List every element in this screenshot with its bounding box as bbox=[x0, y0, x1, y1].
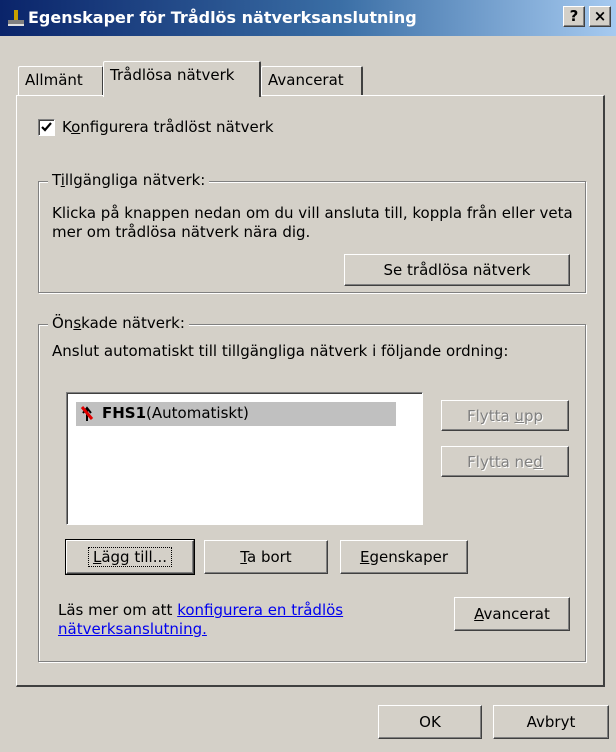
available-networks-legend: Tillgängliga nätverk: bbox=[48, 171, 210, 189]
move-down-button[interactable]: Flytta ned bbox=[441, 446, 569, 477]
cancel-button[interactable]: Avbryt bbox=[493, 705, 609, 739]
add-button[interactable]: Lägg till... bbox=[65, 539, 195, 575]
properties-button[interactable]: Egenskaper bbox=[340, 540, 468, 574]
network-connection-icon bbox=[8, 10, 24, 26]
remove-button[interactable]: Ta bort bbox=[204, 540, 328, 574]
preferred-networks-list[interactable]: FHS1(Automatiskt) bbox=[66, 392, 423, 525]
help-button[interactable]: ? bbox=[563, 6, 585, 27]
tab-general[interactable]: Allmänt bbox=[18, 66, 104, 96]
ok-button[interactable]: OK bbox=[378, 705, 482, 739]
learn-more-text: Läs mer om att konfigurera en trådlös nä… bbox=[58, 601, 344, 638]
wireless-network-icon bbox=[80, 406, 94, 421]
tab-wireless-networks[interactable]: Trådlösa nätverk bbox=[103, 61, 261, 97]
window-title: Egenskaper för Trådlös nätverksanslutnin… bbox=[28, 8, 417, 27]
configure-wireless-checkbox[interactable] bbox=[38, 119, 55, 136]
network-name: FHS1 bbox=[102, 404, 147, 422]
tab-advanced[interactable]: Avancerat bbox=[261, 66, 363, 96]
available-networks-description: Klicka på knappen nedan om du vill anslu… bbox=[52, 204, 573, 241]
checkmark-icon bbox=[41, 122, 52, 132]
network-mode: (Automatiskt) bbox=[146, 404, 249, 422]
view-wireless-networks-button[interactable]: Se trådlösa nätverk bbox=[344, 254, 570, 286]
preferred-networks-description: Anslut automatiskt till tillgängliga nät… bbox=[52, 342, 509, 360]
close-button[interactable]: × bbox=[589, 6, 611, 27]
move-up-button[interactable]: Flytta upp bbox=[441, 400, 569, 431]
preferred-networks-legend: Önskade nätverk: bbox=[48, 314, 189, 332]
configure-wireless-label[interactable]: Konfigurera trådlöst nätverk bbox=[62, 118, 274, 136]
list-item[interactable]: FHS1(Automatiskt) bbox=[76, 402, 396, 426]
advanced-button[interactable]: Avancerat bbox=[454, 597, 570, 631]
title-bar[interactable]: Egenskaper för Trådlös nätverksanslutnin… bbox=[0, 0, 616, 36]
